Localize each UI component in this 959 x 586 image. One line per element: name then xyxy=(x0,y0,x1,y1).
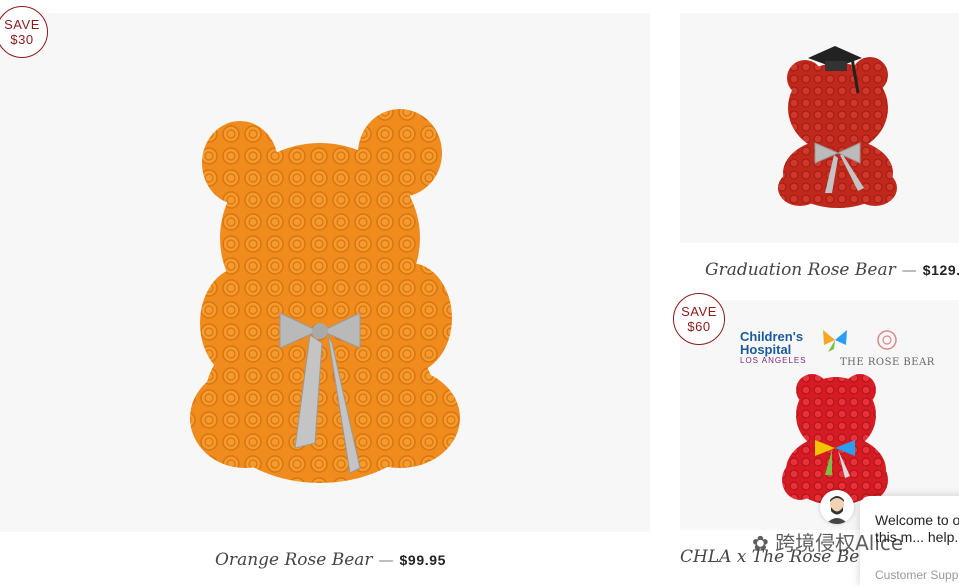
product-price: $99.95 xyxy=(399,552,446,568)
save-badge-amount: $30 xyxy=(10,32,34,47)
caption-dash: — xyxy=(901,261,917,279)
product-caption[interactable]: Orange Rose Bear — $99.95 xyxy=(215,550,446,570)
save-badge-label: SAVE xyxy=(4,17,40,32)
rose-logo-icon xyxy=(877,330,898,350)
product-price: $129.99 xyxy=(922,262,959,278)
chla-logo-line2: Hospital xyxy=(740,342,792,357)
product-image-graduation-rose-bear[interactable] xyxy=(680,13,959,243)
save-badge-label: SAVE xyxy=(681,304,717,319)
support-avatar-icon[interactable] xyxy=(820,490,854,524)
watermark: ✿ 跨境侵权Alice xyxy=(752,527,903,556)
caption-dash: — xyxy=(378,551,394,569)
save-badge: SAVE $60 xyxy=(673,293,725,345)
save-badge-amount: $60 xyxy=(687,319,711,334)
wechat-icon: ✿ xyxy=(752,531,776,555)
chat-subtitle: Customer Supp xyxy=(875,568,959,582)
orange-bear-illustration xyxy=(190,109,460,483)
red-bear-graduation-illustration xyxy=(778,46,897,208)
product-caption[interactable]: Graduation Rose Bear — $129.99 xyxy=(705,260,959,280)
product-name[interactable]: Graduation Rose Bear xyxy=(705,260,896,280)
product-image-orange-rose-bear[interactable] xyxy=(0,13,650,532)
product-name[interactable]: Orange Rose Bear xyxy=(215,550,373,570)
watermark-text: 跨境侵权Alice xyxy=(775,531,904,555)
